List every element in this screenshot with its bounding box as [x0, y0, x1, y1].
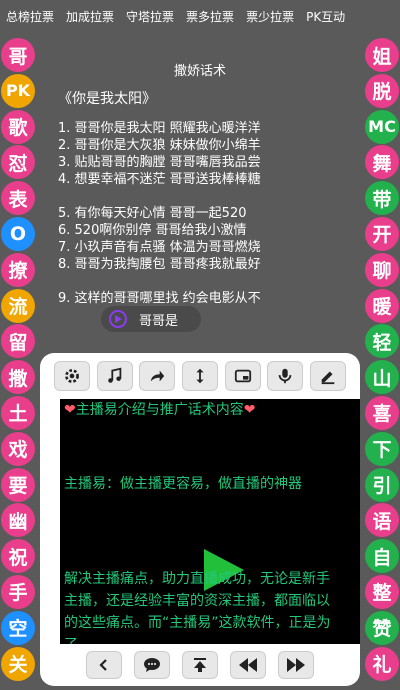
right-category-15[interactable]: 整 [365, 574, 399, 609]
comment-button[interactable] [134, 651, 170, 679]
left-category-5[interactable]: O [1, 216, 35, 251]
right-category-14[interactable]: 自 [365, 539, 399, 574]
left-category-6[interactable]: 撩 [1, 252, 35, 287]
script-subtitle: 《你是我太阳》 [58, 91, 156, 107]
script-line [58, 273, 261, 290]
arrow-to-top-icon [194, 658, 206, 672]
left-category-9[interactable]: 撒 [1, 360, 35, 395]
fast-forward-icon [287, 658, 305, 672]
script-line: 5. 有你每天好心情 哥哥一起520 [58, 206, 247, 221]
share-arrow-icon [151, 370, 165, 382]
rewind-button[interactable] [230, 651, 266, 679]
chat-bubble-icon [144, 658, 160, 672]
left-category-10[interactable]: 土 [1, 395, 35, 430]
script-line: 3. 贴贴哥哥的胸膛 哥哥嘴唇我品尝 [58, 155, 261, 170]
right-category-10[interactable]: 喜 [365, 395, 399, 430]
tab-1[interactable]: 加成拉票 [66, 8, 114, 25]
right-category-7[interactable]: 暖 [365, 288, 399, 323]
settings-button[interactable] [54, 361, 90, 391]
left-category-15[interactable]: 手 [1, 574, 35, 609]
script-lines: 1. 哥哥你是我太阳 照耀我心暖洋洋 2. 哥哥你是大灰狼 妹妹做你小绵羊 3. 贴… [58, 120, 261, 307]
left-category-16[interactable]: 空 [1, 610, 35, 645]
edit-button[interactable] [309, 361, 346, 391]
script-line: 6. 520啊你别停 哥哥给我小激情 [58, 223, 247, 238]
intro-paragraph-1: 主播易：做主播更容易，做直播的神器 [64, 476, 302, 492]
left-category-0[interactable]: 哥 [1, 38, 35, 72]
script-line: 4. 想要幸福不迷茫 哥哥送我棒棒糖 [58, 172, 261, 187]
left-category-column: 哥 PK 歌怼表 O 撩流留撒土戏要幽祝手空关 [0, 38, 36, 682]
left-category-2[interactable]: 歌 [1, 109, 35, 144]
share-button[interactable] [139, 361, 176, 391]
tab-2[interactable]: 守塔拉票 [126, 8, 174, 25]
right-category-2[interactable]: MC [365, 109, 399, 144]
left-category-1[interactable]: PK [1, 73, 35, 108]
right-category-5[interactable]: 开 [365, 216, 399, 251]
right-category-1[interactable]: 脱 [365, 73, 399, 108]
microphone-icon [278, 368, 292, 384]
right-category-8[interactable]: 轻 [365, 324, 399, 359]
voice-play-button[interactable]: 哥哥是 [101, 306, 201, 332]
left-category-14[interactable]: 祝 [1, 539, 35, 574]
left-category-7[interactable]: 流 [1, 288, 35, 323]
left-category-11[interactable]: 戏 [1, 431, 35, 466]
panel-toolbar [40, 353, 360, 399]
tab-0[interactable]: 总榜拉票 [6, 8, 54, 25]
music-note-icon [107, 367, 121, 383]
gear-icon [65, 369, 79, 383]
script-line: 7. 小玖声音有点骚 体温为哥哥燃烧 [58, 240, 261, 255]
voice-label: 哥哥是 [139, 313, 179, 329]
right-category-6[interactable]: 聊 [365, 252, 399, 287]
left-category-4[interactable]: 表 [1, 181, 35, 216]
right-category-9[interactable]: 山 [365, 360, 399, 395]
script-line: 1. 哥哥你是我太阳 照耀我心暖洋洋 [58, 121, 261, 136]
right-category-17[interactable]: 礼 [365, 646, 399, 681]
right-category-16[interactable]: 赞 [365, 610, 399, 645]
intro-paragraph-2: 解决主播痛点，助力直播成功，无论是新手主播，还是经验丰富的资深主播，都面临以的这… [64, 571, 331, 644]
chevron-left-icon [99, 659, 107, 671]
left-category-8[interactable]: 留 [1, 324, 35, 359]
pencil-icon [321, 371, 335, 385]
right-category-11[interactable]: 下 [365, 431, 399, 466]
left-category-17[interactable]: 关 [1, 646, 35, 681]
float-window-button[interactable] [224, 361, 261, 391]
scroll-toggle-button[interactable] [181, 361, 218, 391]
right-category-3[interactable]: 舞 [365, 145, 399, 180]
tab-4[interactable]: 票少拉票 [246, 8, 294, 25]
intro-heading: ❤主播易介绍与推广话术内容❤ [64, 402, 256, 418]
heart-icon: ❤ [64, 402, 76, 418]
panel-bottom-bar [40, 644, 360, 686]
right-category-12[interactable]: 引 [365, 467, 399, 502]
script-line: 2. 哥哥你是大灰狼 妹妹做你小绵羊 [58, 138, 261, 153]
tab-5[interactable]: PK互动 [306, 8, 345, 25]
music-button[interactable] [96, 361, 133, 391]
left-category-3[interactable]: 怼 [1, 145, 35, 180]
script-line: 8. 哥哥为我掏腰包 哥哥疼我就最好 [58, 257, 261, 272]
left-category-12[interactable]: 要 [1, 467, 35, 502]
script-line: 9. 这样的哥哥哪里找 约会电影从不 [58, 291, 261, 306]
rewind-icon [239, 658, 257, 672]
right-category-0[interactable]: 姐 [365, 38, 399, 72]
picture-in-picture-icon [234, 369, 251, 383]
right-category-column: 姐脱 MC 舞带开聊暖轻山喜下引语自整赞礼 [364, 38, 400, 682]
tab-3[interactable]: 票多拉票 [186, 8, 234, 25]
top-tab-bar: 总榜拉票 加成拉票 守塔拉票 票多拉票 票少拉票 PK互动 [0, 0, 400, 32]
script-line [58, 188, 261, 205]
fast-forward-button[interactable] [278, 651, 314, 679]
play-icon [109, 310, 127, 328]
script-title: 撒娇话术 [173, 64, 226, 79]
scroll-top-button[interactable] [182, 651, 218, 679]
intro-content: ❤主播易介绍与推广话术内容❤ 主播易：做主播更容易，做直播的神器 解决主播痛点，… [60, 399, 360, 644]
right-category-4[interactable]: 带 [365, 181, 399, 216]
back-button[interactable] [86, 651, 122, 679]
vertical-arrows-icon [196, 368, 204, 384]
intro-panel: ❤主播易介绍与推广话术内容❤ 主播易：做主播更容易，做直播的神器 解决主播痛点，… [40, 353, 360, 686]
left-category-13[interactable]: 幽 [1, 503, 35, 538]
heart-icon: ❤ [243, 402, 256, 418]
right-category-13[interactable]: 语 [365, 503, 399, 538]
microphone-button[interactable] [267, 361, 304, 391]
